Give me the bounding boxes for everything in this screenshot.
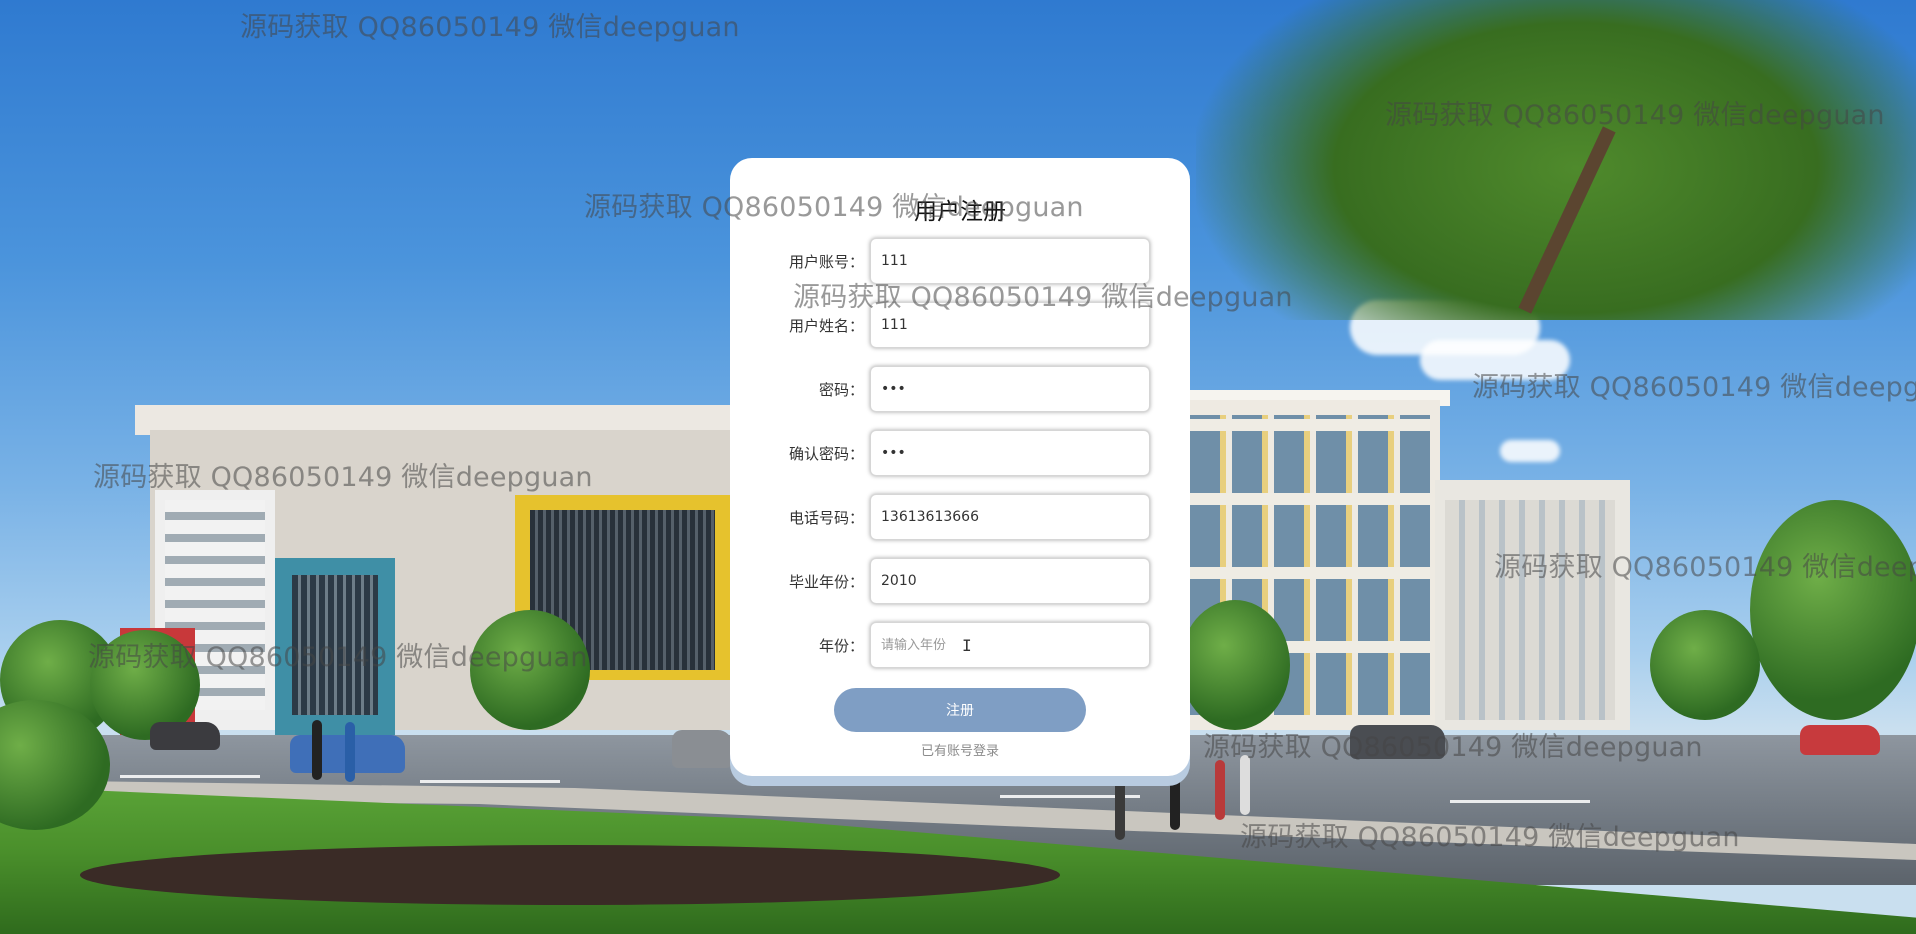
field-row-year: 年份： I <box>730 622 1190 668</box>
car <box>1350 725 1445 759</box>
register-button[interactable]: 注册 <box>834 688 1086 732</box>
login-link[interactable]: 已有账号登录 <box>730 740 1190 759</box>
cloud <box>1500 440 1560 462</box>
pedestrian <box>1115 780 1125 840</box>
building-windows <box>292 575 378 715</box>
pedestrian <box>1215 760 1225 820</box>
car <box>150 722 220 750</box>
field-row-account: 用户账号： <box>730 238 1190 284</box>
building-windows <box>1445 500 1615 720</box>
car <box>672 730 732 768</box>
year-label: 年份： <box>818 637 864 655</box>
field-row-graduation-year: 毕业年份： <box>730 558 1190 604</box>
confirm-password-input[interactable] <box>870 430 1150 476</box>
field-row-phone: 电话号码： <box>730 494 1190 540</box>
confirm-password-label: 确认密码： <box>788 445 864 463</box>
name-label: 用户姓名： <box>788 317 864 335</box>
field-row-password: 密码： <box>730 366 1190 412</box>
tree <box>1180 600 1290 730</box>
account-label: 用户账号： <box>788 253 864 271</box>
flower-bed <box>80 845 1060 905</box>
pedestrian <box>345 722 355 782</box>
tree <box>1750 500 1916 720</box>
year-input[interactable] <box>870 622 1150 668</box>
pedestrian <box>1240 755 1250 815</box>
graduation-year-input[interactable] <box>870 558 1150 604</box>
register-page: 用户注册 用户账号： 用户姓名： 密码： 确认密码： 电话号码： 毕业年份： 年… <box>0 0 1916 934</box>
car <box>1800 725 1880 755</box>
cloud <box>1420 340 1570 380</box>
tree <box>1650 610 1760 720</box>
password-label: 密码： <box>818 381 864 399</box>
road-line <box>420 780 560 783</box>
phone-label: 电话号码： <box>788 509 864 527</box>
name-input[interactable] <box>870 302 1150 348</box>
field-row-confirm-password: 确认密码： <box>730 430 1190 476</box>
register-card: 用户注册 用户账号： 用户姓名： 密码： 确认密码： 电话号码： 毕业年份： 年… <box>730 158 1190 776</box>
password-input[interactable] <box>870 366 1150 412</box>
phone-input[interactable] <box>870 494 1150 540</box>
tree <box>470 610 590 730</box>
text-cursor-icon: I <box>962 636 972 655</box>
tree-canopy <box>1196 0 1916 320</box>
account-input[interactable] <box>870 238 1150 284</box>
road-line <box>1450 800 1590 803</box>
road-line <box>120 775 260 778</box>
page-title: 用户注册 <box>914 199 1006 225</box>
pedestrian <box>312 720 322 780</box>
graduation-year-label: 毕业年份： <box>788 573 864 591</box>
field-row-name: 用户姓名： <box>730 302 1190 348</box>
